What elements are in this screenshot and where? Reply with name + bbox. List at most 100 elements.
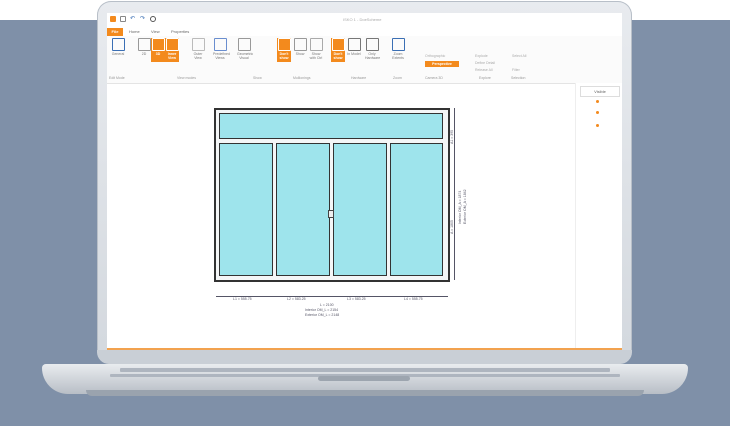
sash-pane-4[interactable]: [390, 143, 443, 276]
undo-icon[interactable]: ↶: [130, 16, 136, 22]
inner-view-label: Inner View: [167, 52, 177, 60]
in-model-label: In Model: [347, 52, 361, 56]
in-model-icon: [347, 38, 361, 51]
outer-view-button[interactable]: Outer View: [191, 38, 205, 62]
show-with-ctrl-button[interactable]: Show with Ctrl: [309, 38, 323, 62]
ribbon-group-label: Explore: [479, 76, 491, 80]
general-label: General: [111, 52, 125, 56]
redo-icon[interactable]: ↷: [140, 16, 146, 22]
tab-visible[interactable]: Visible: [580, 86, 620, 97]
inner-view-button[interactable]: Inner View: [165, 38, 179, 62]
show-with-ctrl-label: Show with Ctrl: [309, 52, 323, 60]
save-icon[interactable]: [120, 16, 126, 22]
select-all-button[interactable]: Select All: [512, 54, 526, 58]
dont-show-hw-label: Don't show: [333, 52, 343, 60]
zoom-extents-button[interactable]: Zoom Extents: [391, 38, 405, 62]
sash-pane-2[interactable]: [276, 143, 330, 276]
sash-pane-1[interactable]: [219, 143, 273, 276]
explode-button[interactable]: Explode: [475, 54, 488, 58]
outer-view-label: Outer View: [193, 52, 203, 60]
right-dimension-line: [454, 108, 455, 280]
ribbon-group-label: View modes: [177, 76, 197, 80]
panel-item-marker[interactable]: [596, 124, 599, 127]
geometric-visual-button[interactable]: Geometric Visual: [237, 38, 254, 62]
general-button[interactable]: General: [111, 38, 125, 62]
trackpad-notch: [318, 376, 410, 381]
app-screen: ↶ ↷ ISKO 1 - DoeScheme File Home View Pr…: [107, 13, 622, 350]
zoom-extents-label: Zoom Extents: [392, 52, 404, 60]
title-bar: ↶ ↷ ISKO 1 - DoeScheme: [107, 13, 622, 27]
panel-item-marker[interactable]: [596, 100, 599, 103]
tab-home[interactable]: Home: [129, 29, 140, 34]
zoom-extents-icon: [391, 38, 405, 51]
ribbon-group-label: Camera 3D: [425, 76, 443, 80]
panel-item-marker[interactable]: [596, 111, 599, 114]
only-hardware-button[interactable]: Only Hardware: [365, 38, 381, 62]
2d-icon: [137, 38, 151, 51]
status-line: [107, 348, 622, 350]
search-icon[interactable]: [150, 16, 156, 22]
predefined-views-label: Predefined Views: [213, 52, 230, 60]
ribbon-group-label: Selection: [511, 76, 526, 80]
3d-button[interactable]: 3D: [151, 38, 165, 62]
only-hardware-icon: [365, 38, 379, 51]
orthographic-button[interactable]: Orthographic: [425, 54, 459, 59]
general-icon: [111, 38, 125, 51]
geometric-visual-label: Geometric Visual: [237, 52, 254, 60]
drawing-canvas[interactable]: L1 = 555.75 L2 = 583.25 L3 = 583.25 L4 =…: [107, 84, 575, 348]
define-detail-button[interactable]: Define Detail: [475, 61, 495, 65]
dim-exterior-om-height: Exterior OM_A = 1842: [463, 189, 467, 224]
show-with-ctrl-icon: [309, 38, 323, 51]
dim-interior-om-height: Interior OM_A = 1874: [458, 190, 462, 224]
dim-l2: L2 = 583.25: [287, 297, 306, 301]
show-icon: [293, 38, 307, 51]
app-icon[interactable]: [110, 16, 116, 22]
ribbon-group-label: Zoom: [393, 76, 402, 80]
dim-exterior-om: Exterior OM_L = 2148: [305, 313, 340, 317]
dont-show-hw-icon: [331, 38, 345, 51]
2d-button[interactable]: 2D: [137, 38, 151, 62]
predefined-views-icon: [213, 38, 227, 51]
show-label: Show: [295, 52, 305, 56]
predefined-views-button[interactable]: Predefined Views: [213, 38, 230, 62]
dim-a1: A1 = 395: [450, 129, 454, 144]
dont-show-mult-label: Don't show: [279, 52, 289, 60]
window-title: ISKO 1 - DoeScheme: [343, 17, 382, 22]
tab-view[interactable]: View: [151, 29, 160, 34]
dim-total: L = 2100: [320, 303, 334, 307]
dim-a: A = 1805: [450, 220, 454, 234]
laptop-lid-bezel: [97, 350, 632, 364]
ribbon-group-label: Hardware: [351, 76, 367, 80]
in-model-button[interactable]: In Model: [347, 38, 361, 62]
only-hardware-label: Only Hardware: [365, 52, 381, 60]
inner-view-icon: [165, 38, 179, 51]
ribbon-group-label: Show: [253, 76, 262, 80]
dim-l4: L4 = 555.75: [404, 297, 423, 301]
sash-pane-3[interactable]: [333, 143, 387, 276]
dont-show-mult-button[interactable]: Don't show: [277, 38, 291, 62]
filter-button[interactable]: Filter: [512, 68, 520, 72]
quick-access-toolbar: ↶ ↷: [110, 16, 156, 22]
2d-label: 2D: [141, 52, 147, 56]
dont-show-mult-icon: [277, 38, 291, 51]
dim-l1: L1 = 555.75: [233, 297, 252, 301]
3d-label: 3D: [155, 52, 161, 56]
geometric-visual-icon: [237, 38, 251, 51]
ribbon: General 2D 3D Inner View Outer View Predefine…: [107, 36, 622, 84]
3d-icon: [151, 38, 165, 51]
show-button[interactable]: Show: [293, 38, 307, 62]
laptop-base-front: [86, 390, 644, 396]
ribbon-group-label: Mullionings: [293, 76, 311, 80]
dim-l3: L3 = 583.25: [347, 297, 366, 301]
tab-properties[interactable]: Properties: [171, 29, 189, 34]
window-frame[interactable]: [214, 108, 450, 282]
ribbon-group-label: Edit Mode: [109, 76, 125, 80]
perspective-button[interactable]: Perspective: [425, 61, 459, 67]
release-all-button[interactable]: Release All: [475, 68, 493, 72]
keyboard-row: [120, 368, 610, 372]
menu-bar: Home View Properties: [107, 28, 622, 36]
dim-interior-om: Interior OM_L = 2154: [305, 308, 339, 312]
dont-show-hw-button[interactable]: Don't show: [331, 38, 345, 62]
transom-pane[interactable]: [219, 113, 443, 139]
handle-icon: [328, 210, 334, 218]
